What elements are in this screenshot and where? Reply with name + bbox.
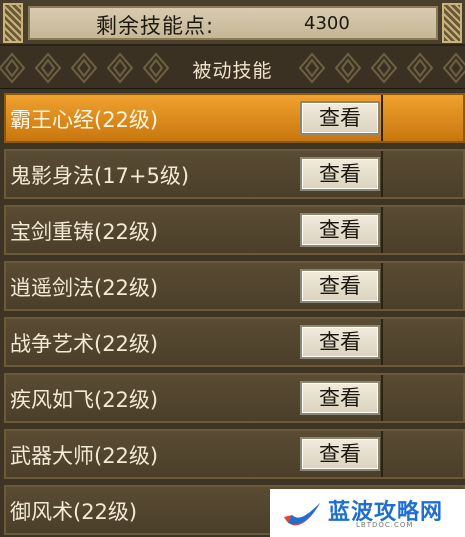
ornament-corner-left-icon bbox=[3, 3, 23, 43]
skill-row-5[interactable]: 战争艺术(22级) 查看 bbox=[4, 317, 465, 367]
skill-name: 疾风如飞(22级) bbox=[10, 388, 159, 412]
view-button[interactable]: 查看 bbox=[300, 101, 380, 135]
view-button[interactable]: 查看 bbox=[300, 437, 380, 471]
view-button[interactable]: 查看 bbox=[300, 157, 380, 191]
skill-name: 逍遥剑法(22级) bbox=[10, 276, 159, 300]
view-button[interactable]: 查看 bbox=[300, 269, 380, 303]
skill-row-3[interactable]: 宝剑重铸(22级) 查看 bbox=[4, 205, 465, 255]
skill-name: 宝剑重铸(22级) bbox=[10, 220, 159, 244]
skill-row-1[interactable]: 霸王心经(22级) 查看 bbox=[4, 93, 465, 143]
skill-name: 御风术(22级) bbox=[10, 500, 138, 524]
skill-name: 战争艺术(22级) bbox=[10, 332, 159, 356]
watermark-subtext: LBTDOC.COM bbox=[356, 521, 414, 529]
skill-row-7[interactable]: 武器大师(22级) 查看 bbox=[4, 429, 465, 479]
skill-row-4[interactable]: 逍遥剑法(22级) 查看 bbox=[4, 261, 465, 311]
view-button[interactable]: 查看 bbox=[300, 381, 380, 415]
checkmark-logo-icon bbox=[284, 503, 320, 526]
skill-row-2[interactable]: 鬼影身法(17+5级) 查看 bbox=[4, 149, 465, 199]
skill-points-header: 剩余技能点: 4300 bbox=[0, 0, 465, 46]
view-button[interactable]: 查看 bbox=[300, 325, 380, 359]
ornament-corner-right-icon bbox=[442, 3, 462, 43]
row-divider bbox=[381, 207, 383, 253]
skill-points-bar: 剩余技能点: 4300 bbox=[28, 6, 438, 40]
skill-points-label: 剩余技能点: bbox=[96, 14, 215, 38]
skill-name: 霸王心经(22级) bbox=[10, 108, 159, 132]
skill-row-6[interactable]: 疾风如飞(22级) 查看 bbox=[4, 373, 465, 423]
row-divider bbox=[381, 263, 383, 309]
skill-name: 鬼影身法(17+5级) bbox=[10, 164, 190, 188]
view-button[interactable]: 查看 bbox=[300, 213, 380, 247]
row-divider bbox=[381, 95, 383, 141]
skill-name: 武器大师(22级) bbox=[10, 444, 159, 468]
row-divider bbox=[381, 151, 383, 197]
row-divider bbox=[381, 375, 383, 421]
watermark: 蓝波攻略网 LBTDOC.COM bbox=[270, 489, 465, 537]
section-title: 被动技能 bbox=[192, 60, 273, 82]
row-divider bbox=[381, 431, 383, 477]
row-divider bbox=[381, 319, 383, 365]
skill-points-value: 4300 bbox=[304, 13, 350, 34]
